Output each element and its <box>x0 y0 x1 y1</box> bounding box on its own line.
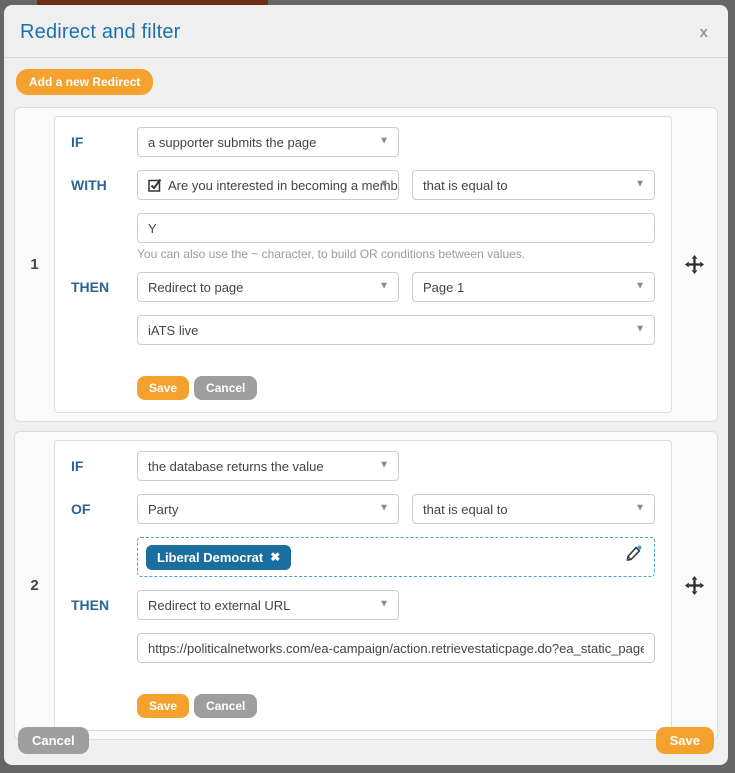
then-secondary-row: iATS live ▼ <box>71 315 655 345</box>
pencil-icon <box>624 545 642 565</box>
drag-handle[interactable] <box>672 108 717 421</box>
external-url-input[interactable] <box>137 633 655 663</box>
select-value: that is equal to <box>423 502 508 517</box>
if-condition-select[interactable]: the database returns the value ▼ <box>137 451 399 481</box>
chevron-down-icon: ▼ <box>635 179 645 190</box>
modal-header: Redirect and filter x <box>4 5 728 58</box>
chevron-down-icon: ▼ <box>379 503 389 514</box>
if-condition-select[interactable]: a supporter submits the page ▼ <box>137 127 399 157</box>
of-row: OF Party ▼ that is equal to ▼ <box>71 494 655 524</box>
check-square-icon <box>148 178 162 192</box>
of-label: OF <box>71 501 124 517</box>
select-value: Page 1 <box>423 280 464 295</box>
redirect-rule-1: 1 IF a supporter submits the page ▼ WITH <box>14 107 718 422</box>
payment-gateway-select[interactable]: iATS live ▼ <box>137 315 655 345</box>
rule-card: IF the database returns the value ▼ OF P… <box>54 440 672 731</box>
select-value: Redirect to external URL <box>148 598 290 613</box>
if-label: IF <box>71 458 124 474</box>
modal-footer: Cancel Save <box>18 727 714 754</box>
chevron-down-icon: ▼ <box>379 599 389 610</box>
then-row: THEN Redirect to external URL ▼ <box>71 590 655 620</box>
tag-label: Liberal Democrat <box>157 550 263 565</box>
cancel-button[interactable]: Cancel <box>194 694 257 718</box>
move-icon <box>685 255 704 274</box>
select-value: the database returns the value <box>148 459 324 474</box>
save-button[interactable]: Save <box>137 376 189 400</box>
chevron-down-icon: ▼ <box>379 136 389 147</box>
then-label: THEN <box>71 597 124 613</box>
then-action-select[interactable]: Redirect to external URL ▼ <box>137 590 399 620</box>
toolbar: Add a new Redirect <box>4 58 728 95</box>
chevron-down-icon: ▼ <box>379 460 389 471</box>
rule-number: 1 <box>15 108 54 421</box>
modal-title: Redirect and filter <box>20 21 710 44</box>
then-label: THEN <box>71 279 124 295</box>
with-operator-select[interactable]: that is equal to ▼ <box>412 170 655 200</box>
cancel-button[interactable]: Cancel <box>194 376 257 400</box>
condition-value-input[interactable] <box>137 213 655 243</box>
chevron-down-icon: ▼ <box>379 179 389 190</box>
redirect-rule-2: 2 IF the database returns the value ▼ OF… <box>14 431 718 740</box>
with-label: WITH <box>71 177 124 193</box>
chevron-down-icon: ▼ <box>635 324 645 335</box>
background-page-accent-bar <box>37 0 268 5</box>
save-button[interactable]: Save <box>137 694 189 718</box>
redirect-filter-modal: Redirect and filter x Add a new Redirect… <box>4 5 728 765</box>
footer-save-button[interactable]: Save <box>656 727 714 754</box>
move-icon <box>685 576 704 595</box>
close-icon[interactable]: x <box>700 25 708 40</box>
rule-card: IF a supporter submits the page ▼ WITH A… <box>54 116 672 413</box>
url-row <box>71 633 655 663</box>
select-value: Redirect to page <box>148 280 243 295</box>
footer-cancel-button[interactable]: Cancel <box>18 727 89 754</box>
drag-handle[interactable] <box>672 432 717 739</box>
rule-blocks: 1 IF a supporter submits the page ▼ WITH <box>4 95 728 740</box>
rule-number: 2 <box>15 432 54 739</box>
value-row <box>71 213 655 243</box>
remove-x-icon[interactable]: ✖ <box>270 551 280 563</box>
edit-values-button[interactable] <box>624 545 642 570</box>
chevron-down-icon: ▼ <box>635 503 645 514</box>
value-tag-box[interactable]: Liberal Democrat ✖ <box>137 537 655 577</box>
value-tag: Liberal Democrat ✖ <box>146 545 291 570</box>
helper-row: You can also use the ~ character, to bui… <box>71 247 655 261</box>
chevron-down-icon: ▼ <box>379 281 389 292</box>
add-redirect-button[interactable]: Add a new Redirect <box>16 69 153 95</box>
then-row: THEN Redirect to page ▼ Page 1 ▼ <box>71 272 655 302</box>
actions-row: Save Cancel <box>71 358 655 400</box>
of-field-select[interactable]: Party ▼ <box>137 494 399 524</box>
tag-row: Liberal Democrat ✖ <box>71 537 655 577</box>
then-action-select[interactable]: Redirect to page ▼ <box>137 272 399 302</box>
if-label: IF <box>71 134 124 150</box>
actions-row: Save Cancel <box>71 676 655 718</box>
select-value: Party <box>148 502 178 517</box>
select-value: that is equal to <box>423 178 508 193</box>
if-row: IF the database returns the value ▼ <box>71 451 655 481</box>
with-row: WITH Are you interested in becoming a me… <box>71 170 655 200</box>
select-value: iATS live <box>148 323 198 338</box>
chevron-down-icon: ▼ <box>635 281 645 292</box>
helper-text: You can also use the ~ character, to bui… <box>137 247 655 261</box>
if-row: IF a supporter submits the page ▼ <box>71 127 655 157</box>
select-value: a supporter submits the page <box>148 135 316 150</box>
with-field-select[interactable]: Are you interested in becoming a memb...… <box>137 170 399 200</box>
select-value: Are you interested in becoming a memb... <box>168 178 399 193</box>
of-operator-select[interactable]: that is equal to ▼ <box>412 494 655 524</box>
then-target-page-select[interactable]: Page 1 ▼ <box>412 272 655 302</box>
